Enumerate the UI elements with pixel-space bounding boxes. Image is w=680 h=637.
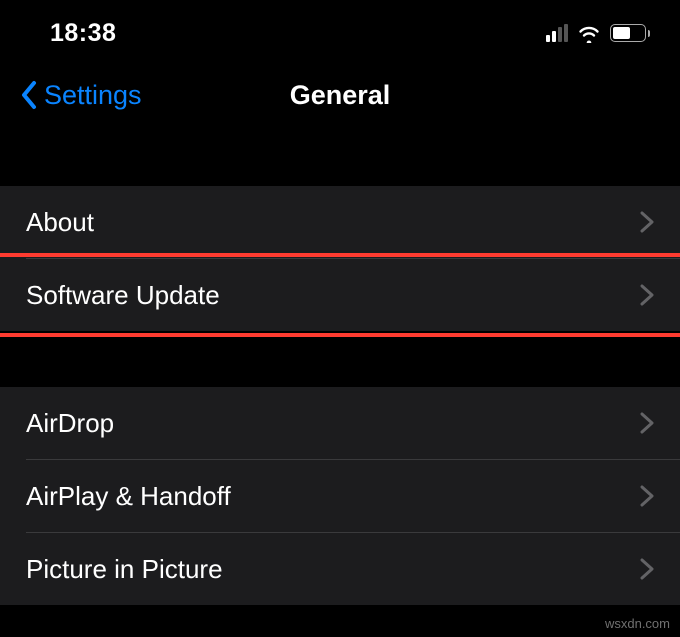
list-item-label: Picture in Picture (26, 554, 223, 585)
back-label: Settings (44, 80, 142, 111)
chevron-right-icon (640, 558, 654, 580)
status-icons (546, 23, 650, 43)
chevron-right-icon (640, 485, 654, 507)
section-gap (0, 130, 680, 186)
list-item-label: About (26, 207, 94, 238)
navigation-bar: Settings General (0, 60, 680, 130)
cellular-signal-icon (546, 24, 568, 42)
chevron-left-icon (20, 80, 40, 110)
chevron-right-icon (640, 412, 654, 434)
watermark: wsxdn.com (605, 616, 670, 631)
back-button[interactable]: Settings (20, 80, 142, 111)
list-item-picture-in-picture[interactable]: Picture in Picture (0, 533, 680, 605)
chevron-right-icon (640, 211, 654, 233)
list-item-label: Software Update (26, 280, 220, 311)
chevron-right-icon (640, 284, 654, 306)
section-gap (0, 331, 680, 387)
list-item-software-update[interactable]: Software Update (0, 259, 680, 331)
list-group-1: About Software Update (0, 186, 680, 331)
list-group-2: AirDrop AirPlay & Handoff Picture in Pic… (0, 387, 680, 605)
status-time: 18:38 (50, 19, 116, 48)
list-item-airdrop[interactable]: AirDrop (0, 387, 680, 459)
list-item-label: AirDrop (26, 408, 114, 439)
wifi-icon (576, 23, 602, 43)
list-item-about[interactable]: About (0, 186, 680, 258)
page-title: General (290, 80, 391, 111)
battery-icon (610, 24, 650, 42)
list-item-label: AirPlay & Handoff (26, 481, 231, 512)
status-bar: 18:38 (0, 0, 680, 60)
list-item-airplay-handoff[interactable]: AirPlay & Handoff (0, 460, 680, 532)
